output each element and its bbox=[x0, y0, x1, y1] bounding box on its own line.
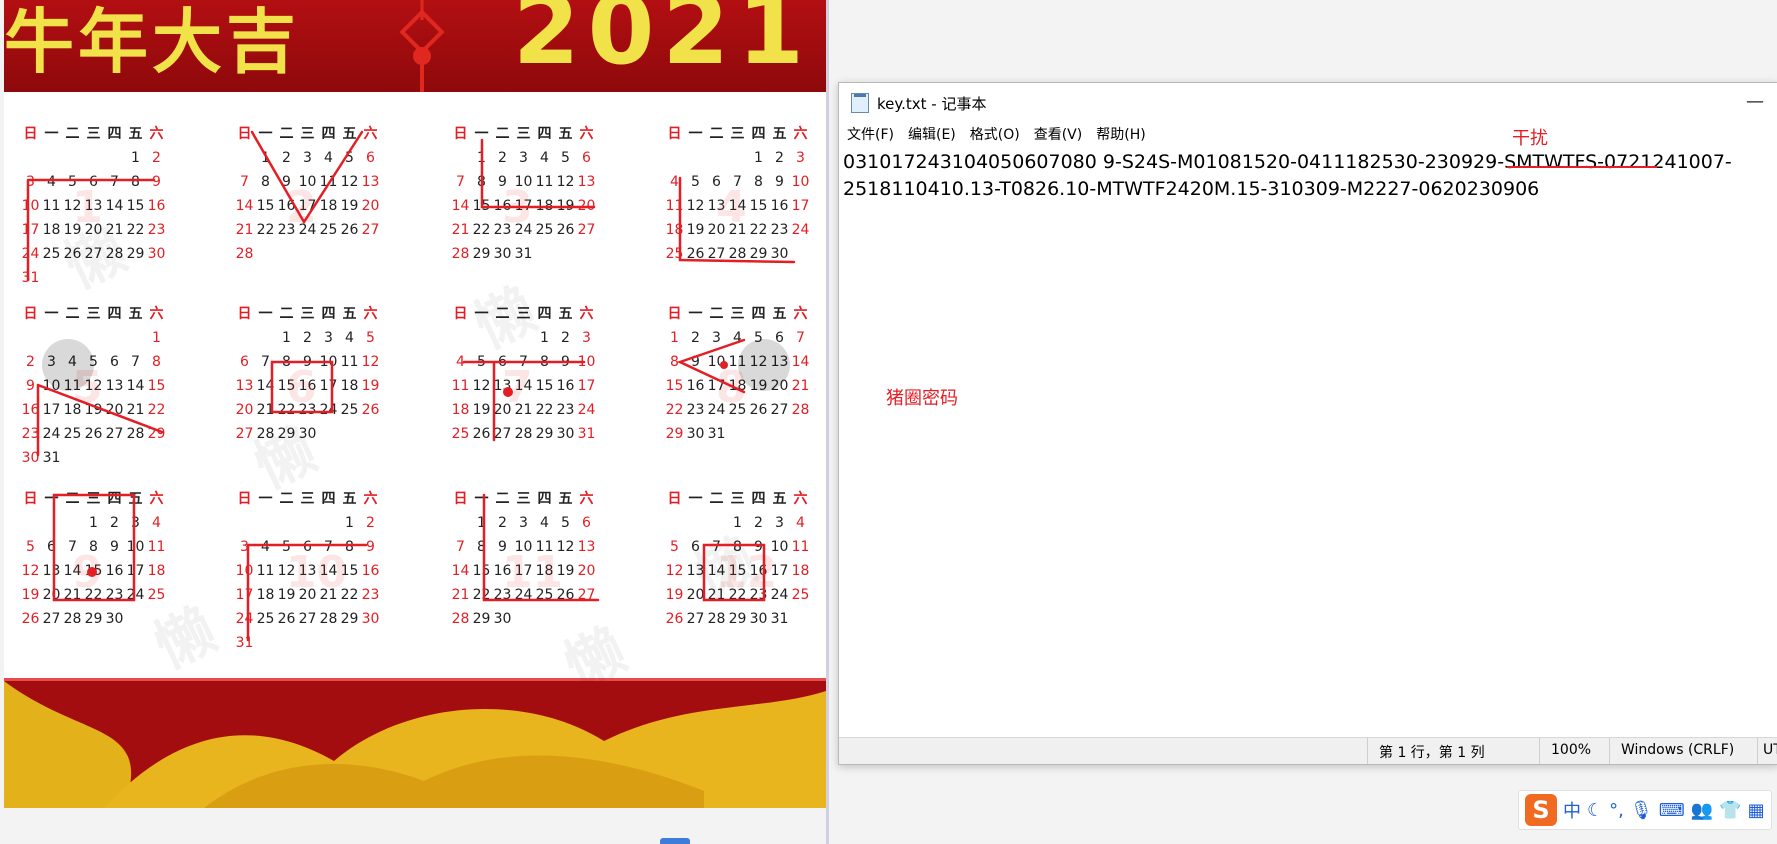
moon-icon[interactable]: ☾ bbox=[1587, 800, 1603, 821]
poster-bottom-decoration bbox=[4, 681, 826, 808]
skin-icon[interactable]: 👕 bbox=[1719, 800, 1741, 821]
left-window-bottom-strip bbox=[0, 808, 826, 844]
annotation-pigpen-cipher: 猪圈密码 bbox=[886, 388, 958, 409]
menu-item[interactable]: 文件(F) bbox=[847, 124, 894, 144]
apps-grid-icon[interactable]: ▦ bbox=[1748, 800, 1765, 821]
annotation-interference: 干扰 bbox=[1512, 128, 1548, 149]
window-title: key.txt - 记事本 bbox=[877, 94, 987, 113]
text-editor[interactable]: 031017243104050607080 9-S24S-M01081520-0… bbox=[843, 149, 1768, 203]
zoom-level: 100% bbox=[1551, 742, 1592, 758]
notepad-icon bbox=[851, 93, 869, 113]
strike-annotation bbox=[1507, 166, 1657, 168]
ime-toolbar[interactable]: S 中 ☾ °, 🎙 ⌨ 👥 👕 ▦ bbox=[1518, 790, 1772, 830]
menu-item[interactable]: 格式(O) bbox=[970, 124, 1020, 144]
sogou-logo-icon[interactable]: S bbox=[1525, 794, 1557, 826]
status-bar: 第 1 行，第 1 列 100% Windows (CRLF) UT bbox=[839, 737, 1777, 764]
status-separator bbox=[1757, 738, 1758, 764]
menu-bar: 文件(F) 编辑(E) 格式(O) 查看(V) 帮助(H) bbox=[839, 123, 1777, 145]
window-divider bbox=[826, 0, 829, 844]
notepad-window[interactable]: key.txt - 记事本 — 文件(F) 编辑(E) 格式(O) 查看(V) 帮助(H… bbox=[838, 82, 1777, 765]
microphone-icon[interactable]: 🎙 bbox=[1630, 800, 1653, 821]
minimize-button[interactable]: — bbox=[1746, 91, 1764, 112]
cursor-position: 第 1 行，第 1 列 bbox=[1379, 745, 1485, 761]
title-bar[interactable]: key.txt - 记事本 — bbox=[839, 83, 1777, 123]
hand-drawn-strokes bbox=[26, 130, 796, 642]
ime-mode[interactable]: 中 bbox=[1563, 797, 1581, 823]
menu-item[interactable]: 编辑(E) bbox=[908, 124, 956, 144]
status-separator bbox=[1367, 738, 1368, 764]
punctuation-icon[interactable]: °, bbox=[1609, 800, 1624, 821]
calendar-poster-image: 牛年大吉 2021 1 日一二三四五六 1 2 3 4 5 6 7 8 9 10 11 12 13 14 15 1… bbox=[4, 0, 826, 808]
status-separator bbox=[1539, 738, 1540, 764]
keyboard-icon[interactable]: ⌨ bbox=[1659, 800, 1685, 821]
encoding: UT bbox=[1763, 742, 1777, 758]
menu-item[interactable]: 查看(V) bbox=[1034, 124, 1083, 144]
menu-item[interactable]: 帮助(H) bbox=[1096, 124, 1145, 144]
users-icon[interactable]: 👥 bbox=[1691, 800, 1713, 821]
status-separator bbox=[1609, 738, 1610, 764]
line-ending: Windows (CRLF) bbox=[1621, 742, 1735, 758]
taskbar-indicator[interactable] bbox=[660, 838, 690, 844]
